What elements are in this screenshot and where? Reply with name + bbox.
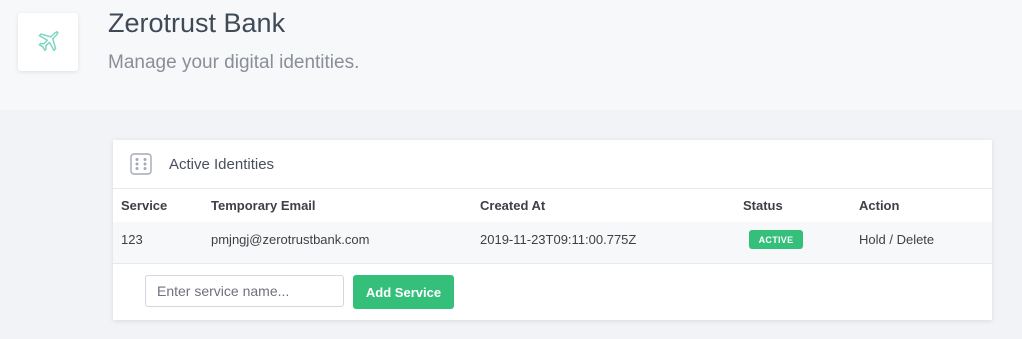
identities-card: Active Identities Service Temporary Emai… (113, 140, 992, 320)
hold-delete-action[interactable]: Hold / Delete (859, 232, 934, 247)
column-header-created-at: Created At (480, 198, 546, 213)
column-header-email: Temporary Email (211, 198, 316, 213)
column-header-action: Action (859, 198, 900, 213)
column-header-service: Service (121, 198, 168, 213)
service-name-input[interactable] (145, 275, 344, 307)
dice-icon (130, 153, 152, 175)
status-badge: ACTIVE (749, 230, 803, 249)
cell-created-at: 2019-11-23T09:11:00.775Z (480, 232, 637, 247)
add-service-button[interactable]: Add Service (353, 275, 454, 309)
airplane-icon (38, 30, 59, 52)
cell-email: pmjngj@zerotrustbank.com (211, 232, 370, 247)
page-subtitle: Manage your digital identities. (108, 52, 360, 73)
column-header-status: Status (743, 198, 783, 213)
page-title: Zerotrust Bank (108, 8, 286, 38)
logo (18, 13, 78, 71)
cell-service: 123 (121, 232, 143, 247)
page-header: Zerotrust Bank Manage your digital ident… (0, 0, 1022, 110)
card-header: Active Identities (113, 140, 992, 189)
card-title: Active Identities (169, 156, 275, 173)
